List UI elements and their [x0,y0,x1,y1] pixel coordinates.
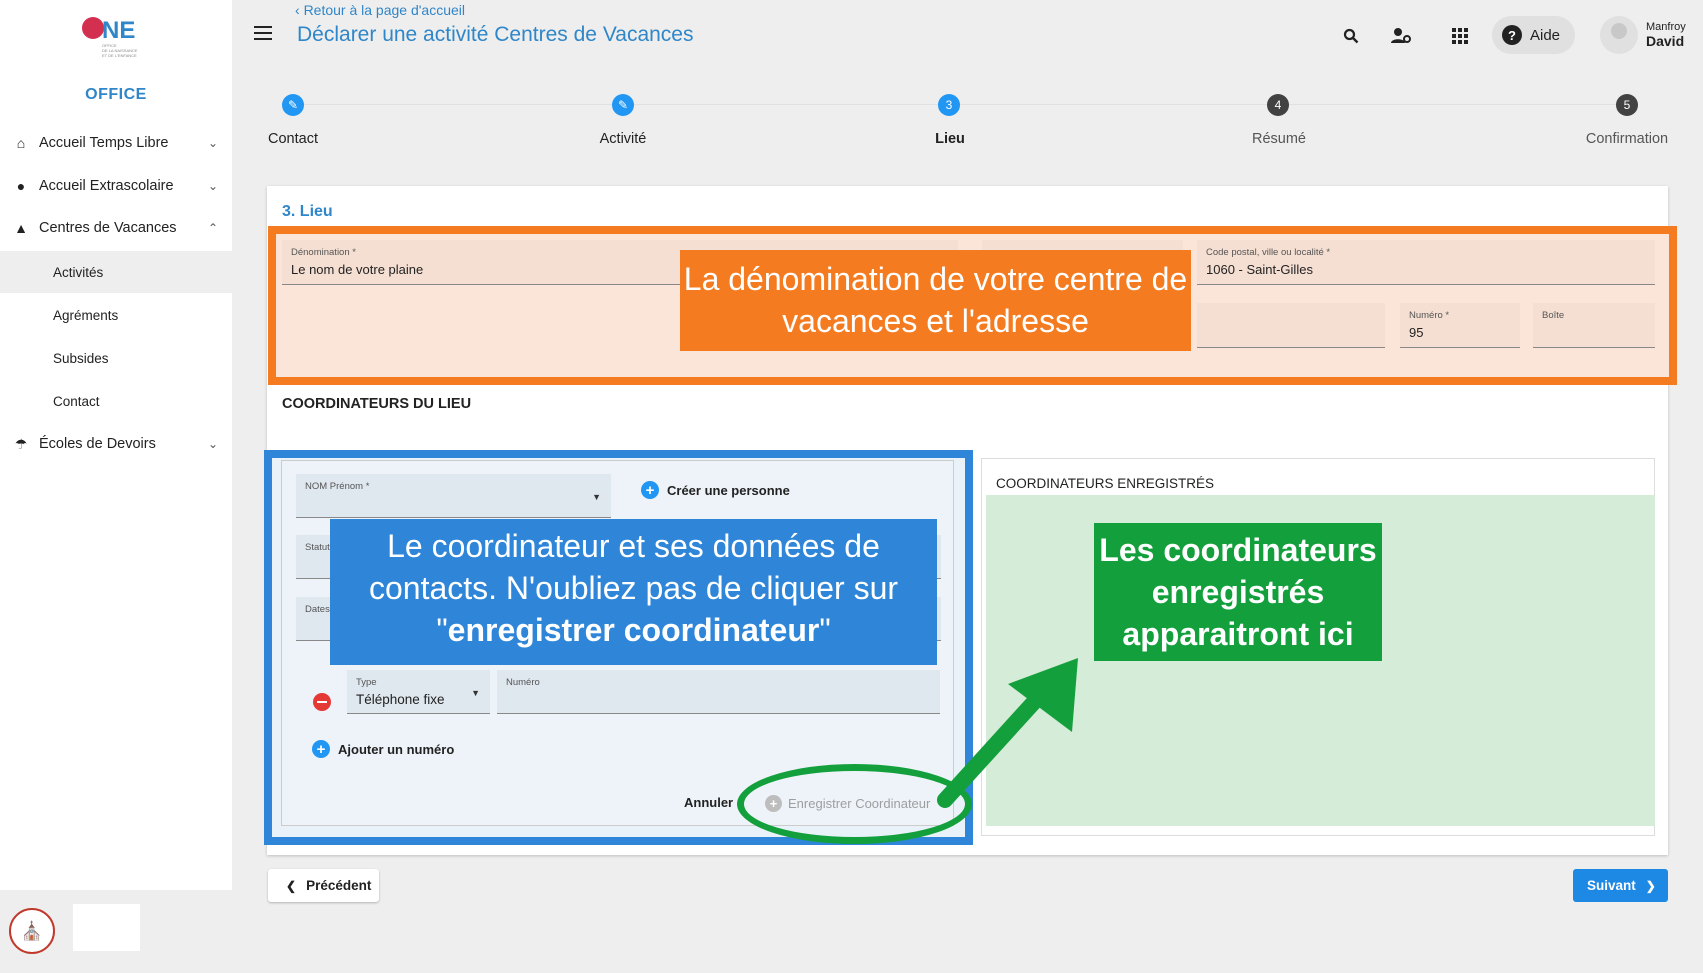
step-label-contact[interactable]: Contact [268,131,318,147]
street-field[interactable] [1197,303,1385,348]
sidebar-subitem-activites[interactable]: Activités [0,251,232,293]
back-link[interactable]: ‹ Retour à la page d'accueil [295,2,465,18]
coordinator-callout-text: Le coordinateur et ses données de contac… [368,528,899,606]
help-button-label: Aide [1530,26,1561,44]
step-label-confirmation[interactable]: Confirmation [1586,131,1668,147]
saved-coordinators-title: COORDINATEURS ENREGISTRÉS [996,476,1215,491]
sidebar-item-centres-de-vacances[interactable]: ▲ Centres de Vacances ⌃ [0,209,232,247]
page-title: Déclarer une activité Centres de Vacance… [297,23,694,46]
search-icon[interactable] [1340,25,1362,47]
apps-grid-icon[interactable] [1449,25,1471,47]
coordinator-name-select[interactable]: NOM Prénom * ▼ [296,474,611,518]
user-first-name: Manfroy [1646,21,1686,33]
sidebar: NE OFFICE DE LA NAISSANCE ET DE L'ENFANC… [0,0,232,973]
sidebar-item-label: Accueil Temps Libre [39,135,169,151]
sidebar-item-label: Écoles de Devoirs [39,436,156,452]
dropdown-arrow-icon: ▼ [592,492,601,502]
step-activite-done-icon[interactable]: ✎ [612,94,634,116]
sidebar-subitem-subsides[interactable]: Subsides [0,337,232,379]
footer-logo-placeholder [73,904,140,951]
tree-icon: ● [16,178,26,194]
previous-button-label: Précédent [306,878,372,893]
chevron-right-icon: ❯ [1645,878,1656,893]
boite-field[interactable]: Boîte [1533,303,1655,348]
chevron-left-icon: ❮ [286,878,297,893]
svg-text:NE: NE [102,17,135,44]
phone-type-label: Type [356,677,377,688]
phone-type-select[interactable]: Type Téléphone fixe ▼ [347,670,490,714]
previous-button[interactable]: ❮ Précédent [268,869,379,902]
office-label: OFFICE [85,86,147,103]
next-button[interactable]: Suivant ❯ [1573,869,1668,902]
dropdown-arrow-icon: ▼ [471,688,480,698]
numero-label: Numéro * [1409,310,1450,321]
add-number-button[interactable]: + Ajouter un numéro [312,740,454,758]
dates-label: Dates [305,604,330,615]
postal-code-value: 1060 - Saint-Gilles [1206,262,1313,277]
back-link-label: Retour à la page d'accueil [303,2,466,18]
statut-label: Statut [305,542,330,553]
remove-phone-icon[interactable] [313,693,331,711]
help-icon: ? [1502,25,1522,45]
user-settings-icon[interactable] [1390,25,1412,47]
section-title: 3. Lieu [282,203,333,220]
chevron-up-icon: ⌃ [207,221,218,235]
sidebar-item-accueil-extrascolaire[interactable]: ● Accueil Extrascolaire ⌄ [0,167,232,205]
home-icon: ⌂ [16,135,26,151]
numero-field[interactable]: Numéro * 95 [1400,303,1520,348]
sidebar-item-ecoles-de-devoirs[interactable]: ☂ Écoles de Devoirs ⌄ [0,425,232,463]
building-seal-icon: ⛪ [9,908,55,954]
denomination-value: Le nom de votre plaine [291,262,424,277]
tent-icon: ▲ [14,220,28,236]
sidebar-item-label: Centres de Vacances [39,220,177,236]
chevron-down-icon: ⌄ [207,179,218,193]
step-contact-done-icon[interactable]: ✎ [282,94,304,116]
boite-label: Boîte [1542,310,1565,321]
add-number-label: Ajouter un numéro [338,741,455,757]
coordinators-title: COORDINATEURS DU LIEU [282,396,472,412]
sidebar-item-accueil-temps-libre[interactable]: ⌂ Accueil Temps Libre ⌄ [0,124,232,162]
plus-circle-icon: + [641,481,659,499]
postal-code-field[interactable]: Code postal, ville ou localité * 1060 - … [1197,240,1655,285]
phone-number-field[interactable]: Numéro [497,670,940,714]
beach-icon: ☂ [14,435,28,452]
create-person-label: Créer une personne [667,482,790,498]
one-logo[interactable]: NE OFFICE DE LA NAISSANCE ET DE L'ENFANC… [80,14,152,62]
denomination-label: Dénomination * [291,247,356,258]
address-callout: La dénomination de votre centre de vacan… [680,250,1191,351]
sidebar-subitem-contact[interactable]: Contact [0,380,232,422]
stepper-line [293,104,1627,105]
plus-circle-icon: + [312,740,330,758]
user-last-name: David [1646,33,1685,49]
step-label-resume[interactable]: Résumé [1252,131,1306,147]
phone-type-value: Téléphone fixe [356,692,445,707]
chevron-down-icon: ⌄ [207,437,218,451]
green-arrow-icon [937,658,1078,808]
sidebar-subitem-agrements[interactable]: Agréments [0,294,232,336]
next-button-label: Suivant [1587,878,1636,893]
cancel-button[interactable]: Annuler [684,795,733,810]
create-person-button[interactable]: + Créer une personne [641,481,790,499]
callout-open-quote: " [436,612,448,648]
coordinator-callout: Le coordinateur et ses données de contac… [330,519,937,665]
step-label-lieu[interactable]: Lieu [935,131,965,147]
svg-text:ET DE L'ENFANCE: ET DE L'ENFANCE [102,53,137,58]
step-confirmation-number[interactable]: 5 [1616,94,1638,116]
postal-code-label: Code postal, ville ou localité * [1206,247,1331,258]
menu-icon[interactable] [254,26,272,40]
saved-callout: Les coordinateurs enregistrés apparaitro… [1094,523,1382,661]
chevron-down-icon: ⌄ [207,136,218,150]
step-lieu-number[interactable]: 3 [938,94,960,116]
avatar[interactable] [1600,16,1638,54]
step-label-activite[interactable]: Activité [600,131,647,147]
coordinator-callout-bold: enregistrer coordinateur [447,612,820,648]
coordinator-name-label: NOM Prénom * [305,481,370,492]
help-button[interactable]: ? Aide [1492,16,1575,54]
sidebar-item-label: Accueil Extrascolaire [39,178,174,194]
step-resume-number[interactable]: 4 [1267,94,1289,116]
numero-value: 95 [1409,325,1424,340]
phone-number-label: Numéro [506,677,540,688]
callout-close-quote: " [819,612,831,648]
